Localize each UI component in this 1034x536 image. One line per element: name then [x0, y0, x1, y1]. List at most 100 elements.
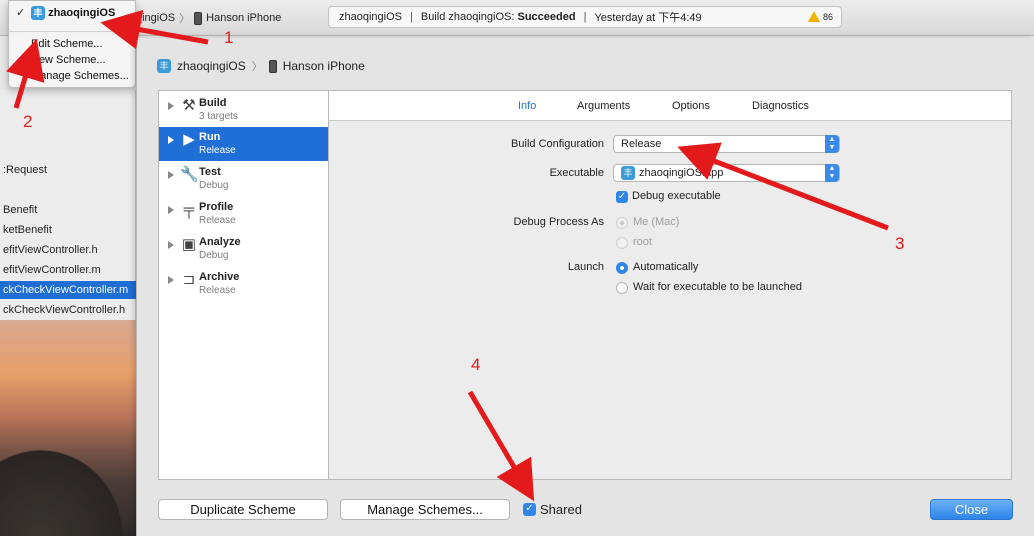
radio-automatically[interactable] [616, 262, 628, 274]
detail-tabs: Info Arguments Options Diagnostics [329, 91, 1011, 121]
play-icon: ▶ [183, 131, 195, 148]
action-run[interactable]: ▶ Run Release [159, 127, 328, 161]
menu-item-edit-scheme[interactable]: Edit Scheme... [31, 38, 103, 50]
file-item[interactable]: efitViewController.m [3, 264, 101, 276]
action-subtitle: 3 targets [199, 111, 238, 122]
action-archive[interactable]: ⊐ Archive Release [159, 267, 328, 301]
tab-arguments[interactable]: Arguments [577, 100, 630, 112]
disclosure-triangle-icon[interactable] [168, 136, 174, 144]
debug-process-as-label: Debug Process As [513, 216, 605, 228]
app-icon: 丰 [157, 59, 171, 73]
analyze-icon: ▣ [181, 236, 197, 253]
file-item[interactable]: :Request [3, 164, 47, 176]
disclosure-triangle-icon[interactable] [168, 241, 174, 249]
menu-item-new-scheme[interactable]: New Scheme... [31, 54, 106, 66]
disclosure-triangle-icon[interactable] [168, 171, 174, 179]
menu-item-current-scheme[interactable]: 丰 zhaoqingiOS [31, 6, 115, 20]
activity-time: Yesterday at 下午4:49 [594, 12, 702, 24]
scheme-editor-sheet: 丰 zhaoqingiOS 〉 Hanson iPhone ⚒ Build 3 … [136, 38, 1034, 536]
scheme-name[interactable]: qingiOS [136, 12, 175, 24]
iphone-icon [268, 59, 277, 73]
popup-arrows-icon: ▲ ▼ [825, 164, 839, 182]
device-name[interactable]: Hanson iPhone [206, 12, 281, 24]
radio-me-mac[interactable] [616, 217, 628, 229]
app-icon: 丰 [31, 6, 45, 20]
tab-info[interactable]: Info [518, 100, 536, 112]
debug-executable-checkbox[interactable]: ✓ [616, 191, 628, 203]
action-name: Test [199, 166, 221, 178]
disclosure-triangle-icon[interactable] [168, 206, 174, 214]
hammer-icon: ⚒ [182, 97, 196, 114]
action-name: Profile [199, 201, 234, 213]
activity-project: zhaoqingiOS [339, 11, 402, 23]
scheme-actions-list: ⚒ Build 3 targets ▶ Run Release 🔧 Test D… [158, 90, 329, 480]
radio-root-label: root [633, 236, 652, 248]
activity-viewer: zhaoqingiOS | Build zhaoqingiOS: Succeed… [328, 6, 842, 28]
build-configuration-value: Release [621, 138, 662, 150]
app-icon: 丰 [621, 166, 635, 180]
manage-schemes-button[interactable]: Manage Schemes... [340, 499, 510, 520]
sheet-device-name[interactable]: Hanson iPhone [283, 59, 365, 73]
shared-label: Shared [540, 502, 582, 517]
iphone-icon [194, 11, 203, 25]
disclosure-triangle-icon[interactable] [168, 276, 174, 284]
radio-root[interactable] [616, 237, 628, 249]
activity-prefix: Build zhaoqingiOS: [420, 11, 515, 23]
action-build[interactable]: ⚒ Build 3 targets [159, 93, 328, 127]
chevron-right-icon: 〉 [251, 61, 263, 73]
tab-diagnostics[interactable]: Diagnostics [752, 100, 809, 112]
sheet-scheme-name[interactable]: zhaoqingiOS [177, 59, 246, 73]
warning-icon [807, 11, 820, 22]
action-subtitle: Release [199, 285, 236, 296]
action-subtitle: Release [199, 215, 236, 226]
radio-me-mac-label: Me (Mac) [633, 216, 680, 228]
wrench-icon: 🔧 [180, 166, 199, 183]
warning-count: 86 [822, 11, 833, 22]
disclosure-triangle-icon[interactable] [168, 102, 174, 110]
annotation-number-1: 1 [224, 28, 234, 47]
shared-checkbox[interactable]: ✓ [523, 503, 536, 516]
action-test[interactable]: 🔧 Test Debug [159, 162, 328, 196]
sheet-breadcrumb: 丰 zhaoqingiOS 〉 Hanson iPhone [157, 58, 365, 74]
mountain-silhouette [0, 436, 136, 536]
file-item[interactable]: ckCheckViewController.h [3, 304, 125, 316]
archive-icon: ⊐ [182, 271, 196, 288]
menu-item-manage-schemes[interactable]: Manage Schemes... [31, 70, 129, 82]
warning-indicator[interactable]: 86 [807, 11, 833, 22]
build-configuration-popup[interactable]: Release ▲ ▼ [613, 135, 840, 153]
chevron-right-icon: 〉 [179, 13, 191, 25]
action-name: Run [199, 131, 221, 143]
file-item-selected[interactable]: ckCheckViewController.m [0, 281, 136, 299]
executable-value: zhaoqingiOS.app [639, 167, 724, 179]
close-button[interactable]: Close [930, 499, 1013, 520]
action-subtitle: Debug [199, 180, 229, 191]
file-item[interactable]: ketBenefit [3, 224, 52, 236]
scheme-menu: ✓ 丰 zhaoqingiOS Edit Scheme... New Schem… [8, 0, 137, 88]
activity-status: Succeeded [517, 11, 576, 23]
scheme-selector[interactable]: qingiOS 〉 Hanson iPhone [136, 8, 281, 28]
menu-current-scheme-label: zhaoqingiOS [48, 6, 116, 19]
project-file-list: :Request Benefit ketBenefit efitViewCont… [0, 90, 136, 320]
action-profile[interactable]: ╤ Profile Release [159, 197, 328, 231]
launch-label: Launch [567, 261, 604, 273]
desktop-background [0, 320, 136, 536]
duplicate-scheme-button[interactable]: Duplicate Scheme [158, 499, 328, 520]
checkmark-icon: ✓ [16, 7, 26, 19]
executable-popup[interactable]: 丰 zhaoqingiOS.app ▲ ▼ [613, 164, 840, 182]
action-subtitle: Release [199, 145, 236, 156]
tab-options[interactable]: Options [672, 100, 710, 112]
radio-wait-for-executable-label: Wait for executable to be launched [633, 281, 802, 293]
menu-divider [9, 31, 137, 32]
action-analyze[interactable]: ▣ Analyze Debug [159, 232, 328, 266]
action-name: Archive [199, 271, 240, 283]
activity-separator: | [583, 11, 587, 23]
file-item[interactable]: Benefit [3, 204, 37, 216]
radio-automatically-label: Automatically [633, 261, 699, 273]
radio-wait-for-executable[interactable] [616, 282, 628, 294]
action-name: Build [199, 97, 227, 109]
popup-arrows-icon: ▲ ▼ [825, 135, 839, 153]
caliper-icon: ╤ [183, 201, 195, 218]
file-item[interactable]: efitViewController.h [3, 244, 98, 256]
annotation-number-4: 4 [471, 355, 481, 374]
xcode-toolbar: qingiOS 〉 Hanson iPhone zhaoqingiOS | Bu… [0, 0, 1034, 36]
